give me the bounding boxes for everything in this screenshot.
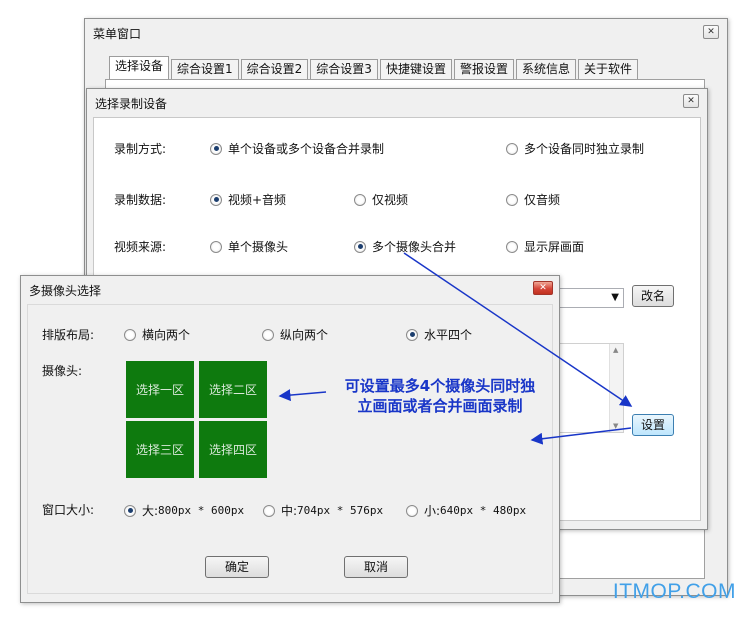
record-mode-independent-text: 多个设备同时独立录制 bbox=[524, 142, 645, 156]
multi-cam-dialog: 多摄像头选择 ✕ 排版布局: 横向两个 纵向两个 水平四个 摄像头: 选择一区 … bbox=[20, 275, 560, 603]
ok-button[interactable]: 确定 bbox=[205, 556, 269, 578]
menu-window-title: 菜单窗口 bbox=[93, 27, 142, 41]
device-dialog-close-icon[interactable]: ✕ bbox=[683, 94, 699, 108]
annotation-text: 可设置最多4个摄像头同时独 立画面或者合并画面录制 bbox=[330, 376, 550, 416]
tab-general-3[interactable]: 综合设置3 bbox=[310, 59, 378, 79]
chevron-down-icon: ▼ bbox=[611, 292, 619, 303]
multi-cam-title: 多摄像头选择 bbox=[29, 284, 102, 298]
annotation-line-1: 可设置最多4个摄像头同时独 bbox=[344, 377, 536, 395]
video-source-multi-text: 多个摄像头合并 bbox=[372, 240, 457, 254]
menu-tabs: 选择设备 综合设置1 综合设置2 综合设置3 快捷键设置 警报设置 系统信息 关… bbox=[109, 56, 640, 79]
camera-zone-1[interactable]: 选择一区 bbox=[126, 361, 194, 418]
size-small-radio[interactable] bbox=[406, 504, 418, 517]
record-data-audio-text: 仅音频 bbox=[524, 193, 561, 207]
size-large-radio[interactable] bbox=[124, 504, 136, 517]
video-source-multi-radio[interactable] bbox=[354, 240, 366, 253]
camera-zone-2[interactable]: 选择二区 bbox=[199, 361, 267, 418]
camera-label: 摄像头: bbox=[42, 364, 83, 378]
tab-general-1[interactable]: 综合设置1 bbox=[171, 59, 239, 79]
tab-system-info[interactable]: 系统信息 bbox=[515, 59, 576, 79]
record-data-av-radio[interactable] bbox=[210, 193, 222, 206]
layout-four-option[interactable]: 水平四个 bbox=[406, 326, 472, 343]
camera-zone-3[interactable]: 选择三区 bbox=[126, 421, 194, 478]
tab-about[interactable]: 关于软件 bbox=[577, 59, 638, 79]
size-large-prefix: 大: bbox=[142, 504, 159, 518]
window-size-label: 窗口大小: bbox=[42, 503, 95, 517]
layout-horizontal-two-option[interactable]: 横向两个 bbox=[124, 326, 190, 343]
layout-vertical-two-option[interactable]: 纵向两个 bbox=[262, 326, 328, 343]
layout-four-text: 水平四个 bbox=[424, 328, 473, 342]
size-large-value: 800px * 600px bbox=[158, 504, 245, 517]
video-source-screen-text: 显示屏画面 bbox=[524, 240, 585, 254]
size-small-option[interactable]: 小: 640px * 480px bbox=[406, 502, 526, 519]
layout-horizontal-two-radio[interactable] bbox=[124, 328, 136, 341]
camera-zone-4[interactable]: 选择四区 bbox=[199, 421, 267, 478]
video-source-single-radio[interactable] bbox=[210, 240, 222, 253]
video-source-screen-option[interactable]: 显示屏画面 bbox=[506, 238, 584, 255]
watermark-logo: ITMOP.COM bbox=[612, 580, 736, 603]
record-data-video-text: 仅视频 bbox=[372, 193, 409, 207]
size-medium-value: 704px * 576px bbox=[297, 504, 384, 517]
record-mode-independent-option[interactable]: 多个设备同时独立录制 bbox=[506, 140, 644, 157]
record-mode-merged-radio[interactable] bbox=[210, 142, 222, 155]
layout-four-radio[interactable] bbox=[406, 328, 418, 341]
record-data-label: 录制数据: bbox=[114, 193, 167, 207]
multi-cam-titlebar[interactable]: 多摄像头选择 ✕ bbox=[21, 276, 559, 304]
record-data-video-option[interactable]: 仅视频 bbox=[354, 191, 408, 208]
record-data-video-radio[interactable] bbox=[354, 193, 366, 206]
layout-vertical-two-text: 纵向两个 bbox=[280, 328, 329, 342]
multi-cam-close-icon[interactable]: ✕ bbox=[533, 281, 553, 295]
device-dialog-titlebar[interactable]: 选择录制设备 ✕ bbox=[87, 89, 707, 117]
video-source-single-option[interactable]: 单个摄像头 bbox=[210, 238, 288, 255]
record-data-audio-radio[interactable] bbox=[506, 193, 518, 206]
size-medium-radio[interactable] bbox=[263, 504, 275, 517]
video-source-single-text: 单个摄像头 bbox=[228, 240, 289, 254]
video-source-label: 视频来源: bbox=[114, 240, 167, 254]
record-data-audio-option[interactable]: 仅音频 bbox=[506, 191, 560, 208]
record-data-av-text: 视频+音频 bbox=[228, 193, 287, 207]
menu-window-titlebar[interactable]: 菜单窗口 ✕ bbox=[85, 19, 727, 47]
tab-hotkeys[interactable]: 快捷键设置 bbox=[379, 59, 452, 79]
rename-button[interactable]: 改名 bbox=[632, 285, 674, 307]
annotation-line-2: 立画面或者合并画面录制 bbox=[357, 397, 523, 415]
record-mode-merged-option[interactable]: 单个设备或多个设备合并录制 bbox=[210, 140, 384, 157]
device-dialog-title: 选择录制设备 bbox=[95, 97, 168, 111]
tab-alarm[interactable]: 警报设置 bbox=[453, 59, 514, 79]
size-large-option[interactable]: 大: 800px * 600px bbox=[124, 502, 244, 519]
size-small-value: 640px * 480px bbox=[440, 504, 527, 517]
scroll-up-icon[interactable]: ▲ bbox=[613, 346, 618, 354]
size-medium-option[interactable]: 中: 704px * 576px bbox=[263, 502, 383, 519]
tab-general-2[interactable]: 综合设置2 bbox=[240, 59, 309, 79]
multi-cam-panel: 排版布局: 横向两个 纵向两个 水平四个 摄像头: 选择一区 选择二区 选择三区… bbox=[27, 304, 553, 594]
video-source-multi-option[interactable]: 多个摄像头合并 bbox=[354, 238, 456, 255]
video-source-screen-radio[interactable] bbox=[506, 240, 518, 253]
size-small-prefix: 小: bbox=[424, 504, 441, 518]
cancel-button[interactable]: 取消 bbox=[344, 556, 408, 578]
size-medium-prefix: 中: bbox=[281, 504, 298, 518]
tab-select-device[interactable]: 选择设备 bbox=[109, 56, 170, 79]
record-mode-independent-radio[interactable] bbox=[506, 142, 518, 155]
record-data-av-option[interactable]: 视频+音频 bbox=[210, 191, 286, 208]
layout-horizontal-two-text: 横向两个 bbox=[142, 328, 191, 342]
menu-window-close-icon[interactable]: ✕ bbox=[703, 25, 719, 39]
settings-button[interactable]: 设置 bbox=[632, 414, 674, 436]
record-mode-merged-text: 单个设备或多个设备合并录制 bbox=[228, 142, 385, 156]
record-mode-label: 录制方式: bbox=[114, 142, 167, 156]
listbox-scrollbar[interactable]: ▲ ▼ bbox=[609, 344, 623, 432]
layout-label: 排版布局: bbox=[42, 328, 95, 342]
scroll-down-icon[interactable]: ▼ bbox=[613, 422, 618, 430]
layout-vertical-two-radio[interactable] bbox=[262, 328, 274, 341]
